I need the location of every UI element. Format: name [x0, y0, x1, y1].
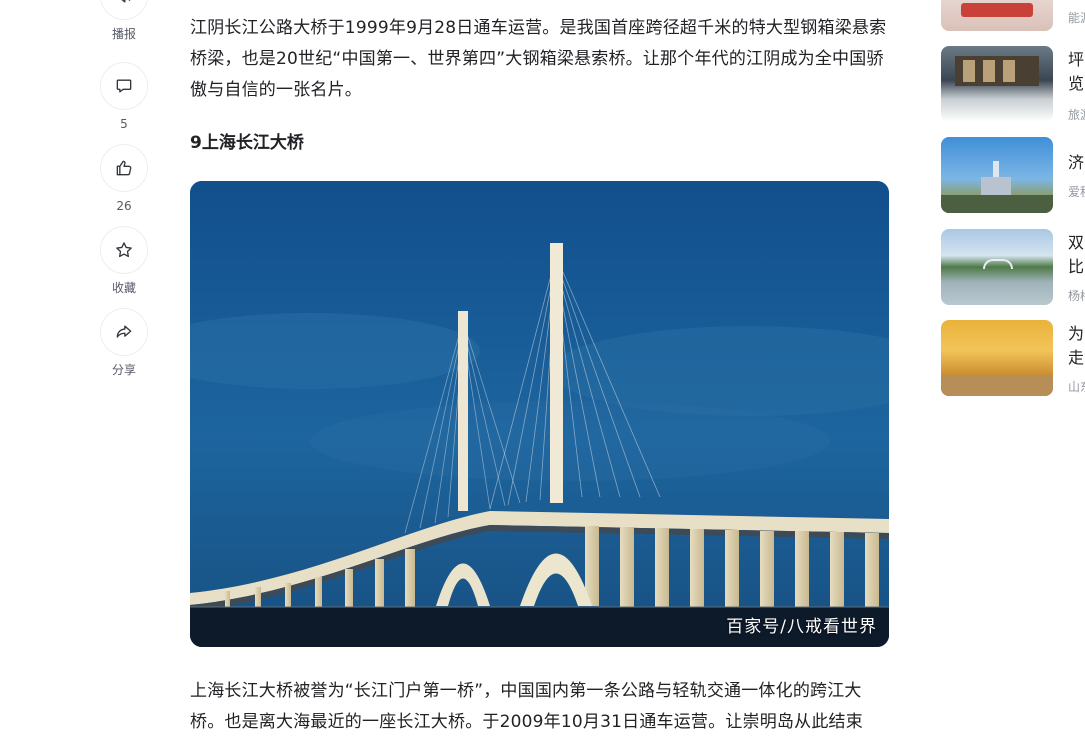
favorite-circle[interactable] [100, 226, 148, 274]
recommendation-title: 双比 [1068, 233, 1085, 276]
speaker-icon [121, 0, 131, 3]
recommendation-card[interactable]: 济 爱程 [941, 137, 1085, 213]
like-circle[interactable] [100, 144, 148, 192]
share-circle[interactable] [100, 308, 148, 356]
recommendation-card[interactable]: 坪览 旅游 [941, 46, 1085, 122]
article-paragraph: 江阴长江公路大桥于1999年9月28日通车运营。是我国首座跨径超千米的特大型钢箱… [190, 18, 887, 100]
comment-bubble-icon [116, 79, 132, 93]
recommendation-title: 坪览 [1068, 50, 1085, 93]
section-heading: 9上海长江大桥 [190, 133, 304, 153]
recommendation-card[interactable]: 能源 [941, 0, 1085, 31]
recommendation-thumbnail [941, 320, 1053, 396]
favorite-button[interactable]: 收藏 [100, 226, 148, 296]
favorite-label: 收藏 [111, 281, 136, 295]
recommendation-title: 济 [1068, 153, 1085, 172]
like-button[interactable]: 26 [100, 144, 148, 214]
comment-count: 5 [120, 117, 128, 131]
read-aloud-label: 播报 [111, 27, 136, 41]
bridge-illustration [190, 181, 889, 647]
recommendation-card[interactable]: 双比 杨梅 [941, 229, 1085, 305]
recommendation-card[interactable]: 为走 山东 [941, 320, 1085, 396]
recommendation-thumbnail [941, 0, 1053, 31]
comment-circle[interactable] [100, 62, 148, 110]
article-image[interactable]: 百家号/八戒看世界 [190, 181, 889, 647]
recommendation-source: 爱程 [1068, 185, 1085, 199]
thumbs-up-icon [116, 160, 132, 176]
read-aloud-button[interactable]: 播报 [100, 0, 148, 42]
recommendation-source: 山东 [1068, 380, 1085, 394]
share-button[interactable]: 分享 [100, 308, 148, 378]
recommendation-thumbnail [941, 46, 1053, 122]
star-icon [116, 242, 132, 258]
recommendation-thumbnail [941, 137, 1053, 213]
recommendation-thumbnail [941, 229, 1053, 305]
comment-button[interactable]: 5 [100, 62, 148, 132]
image-watermark: 百家号/八戒看世界 [726, 617, 877, 637]
share-label: 分享 [111, 363, 136, 377]
recommendation-source: 能源 [1068, 11, 1085, 25]
recommendation-title: 为走 [1068, 324, 1085, 367]
share-arrow-icon [116, 325, 132, 338]
recommendation-source: 旅游 [1068, 108, 1085, 122]
read-aloud-circle[interactable] [100, 0, 148, 20]
like-count: 26 [116, 199, 132, 213]
article-paragraph: 上海长江大桥被誉为“长江门户第一桥”，中国国内第一条公路与轻轨交通一体化的跨江大… [190, 681, 863, 732]
recommendation-source: 杨梅 [1068, 289, 1085, 303]
